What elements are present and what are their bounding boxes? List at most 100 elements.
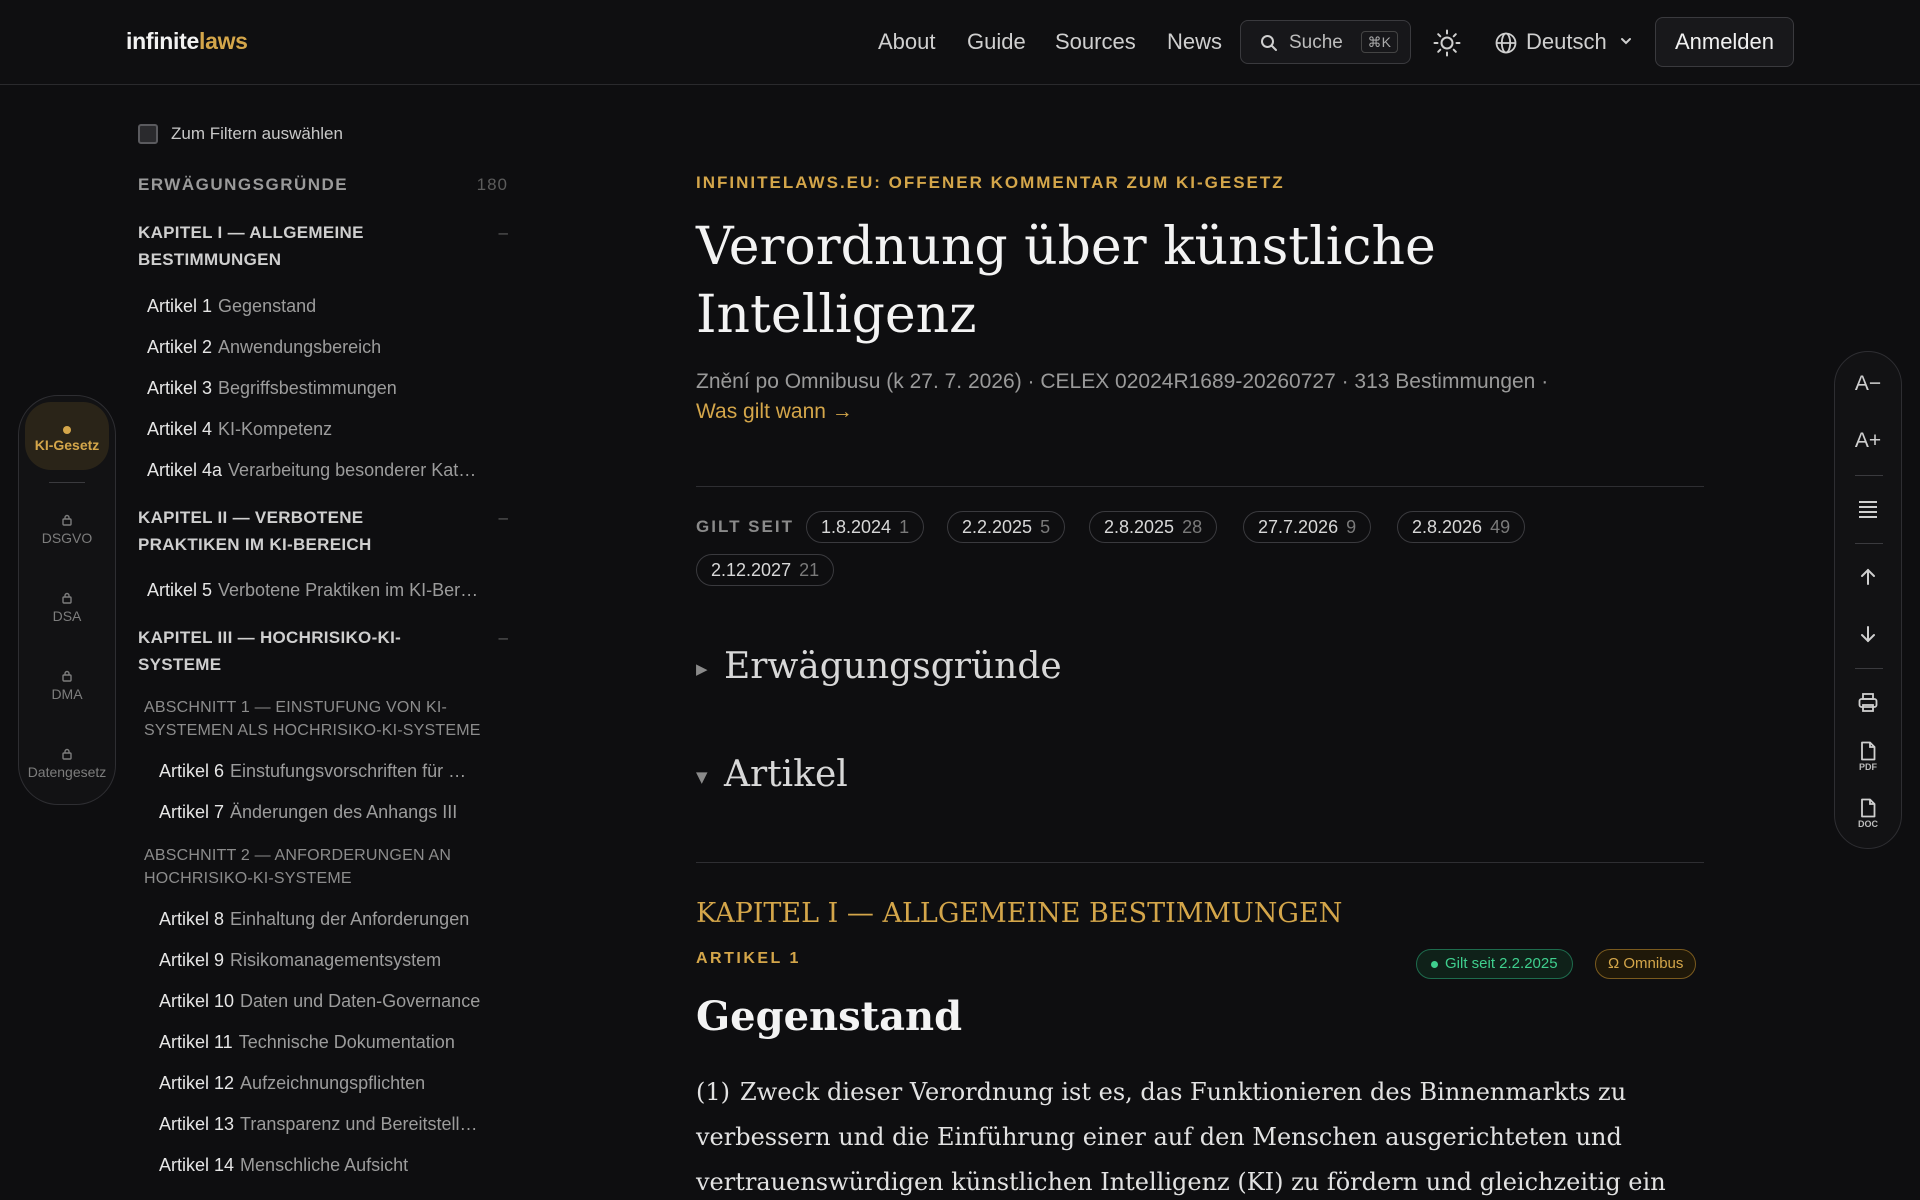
recitals-toggle[interactable]: ▶ Erwägungsgründe xyxy=(696,646,1062,687)
article-title: Anwendungsbereich xyxy=(218,337,382,357)
toc-chapter-2[interactable]: KAPITEL II — VERBOTENE PRAKTIKEN IM KI-B… xyxy=(138,504,458,558)
page-title: Verordnung über künstliche Intelligenz xyxy=(696,217,1436,345)
rail-label: DSA xyxy=(52,608,82,624)
date-chip[interactable]: 2.12.2027 21 xyxy=(696,554,835,586)
date-chip[interactable]: 2.8.2026 49 xyxy=(1397,511,1526,543)
date-chip[interactable]: 2.8.2025 28 xyxy=(1089,511,1218,543)
checkbox-icon[interactable] xyxy=(138,124,158,144)
article-title: Daten und Daten-Governance xyxy=(240,991,481,1011)
chip-date: 27.7.2026 xyxy=(1258,517,1339,537)
toc-article-8[interactable]: Artikel 8 Einhaltung der Anforderungen xyxy=(159,909,509,930)
toc-article-14[interactable]: Artikel 14 Menschliche Aufsicht xyxy=(159,1155,509,1176)
toc-article-6[interactable]: Artikel 6 Einstufungsvorschriften für … xyxy=(159,761,509,782)
lines-icon xyxy=(1859,501,1877,518)
chevron-down-icon xyxy=(1621,38,1631,45)
toc-article-3[interactable]: Artikel 3 Begriffsbestimmungen xyxy=(147,378,507,399)
omnibus-badge[interactable]: Ω Omnibus xyxy=(1595,949,1697,979)
article-num: Artikel 13 xyxy=(159,1114,235,1134)
search-label: Suche xyxy=(1289,32,1343,53)
toc-chapter-1[interactable]: KAPITEL I — ALLGEMEINE BESTIMMUNGEN xyxy=(138,219,458,273)
status-badge-label: Gilt seit 2.2.2025 xyxy=(1445,955,1558,972)
toc-article-12[interactable]: Artikel 12 Aufzeichnungspflichten xyxy=(159,1073,509,1094)
chapter-heading: KAPITEL I — ALLGEMEINE BESTIMMUNGEN xyxy=(696,898,1343,929)
file-icon xyxy=(1861,741,1876,761)
sun-icon[interactable] xyxy=(1432,28,1462,58)
article-title: Verarbeitung besonderer Kat… xyxy=(228,460,477,480)
rail-label: KI-Gesetz xyxy=(34,437,100,453)
document-meta: Znění po Omnibusu (k 27. 7. 2026) · CELE… xyxy=(696,367,1704,427)
article-title: Änderungen des Anhangs III xyxy=(230,802,458,822)
layout-button[interactable] xyxy=(1835,499,1901,519)
rail-item-dsa[interactable]: DSA xyxy=(25,592,109,624)
nav-guide[interactable]: Guide xyxy=(967,29,1026,55)
toc-section-2[interactable]: ABSCHNITT 2 — ANFORDERUNGEN AN HOCHRISIK… xyxy=(144,844,504,890)
article-title: Einstufungsvorschriften für … xyxy=(230,761,467,781)
article-num: Artikel 11 xyxy=(159,1032,233,1052)
toc-chapter-3[interactable]: KAPITEL III — HOCHRISIKO-KI-SYSTEME xyxy=(138,624,458,678)
toc-article-10[interactable]: Artikel 10 Daten und Daten-Governance xyxy=(159,991,509,1012)
doc-export-button[interactable]: DOC xyxy=(1835,798,1901,829)
collapse-icon[interactable]: – xyxy=(499,628,508,648)
nav-about[interactable]: About xyxy=(878,29,936,55)
date-chip[interactable]: 27.7.2026 9 xyxy=(1243,511,1372,543)
file-icon xyxy=(1861,798,1876,818)
article-num: Artikel 12 xyxy=(159,1073,235,1093)
toc-article-5[interactable]: Artikel 5 Verbotene Praktiken im KI-Ber… xyxy=(147,580,507,601)
articles-toggle[interactable]: ▼ Artikel xyxy=(696,754,848,795)
toc-section-1[interactable]: ABSCHNITT 1 — EINSTUFUNG VON KI-SYSTEMEN… xyxy=(144,696,504,742)
date-chip[interactable]: 1.8.2024 1 xyxy=(806,511,925,543)
chip-date: 2.8.2026 xyxy=(1412,517,1483,537)
toc-article-4[interactable]: Artikel 4 KI-Kompetenz xyxy=(147,419,507,440)
font-decrease-button[interactable]: A− xyxy=(1835,372,1901,396)
toc-recitals-count: 180 xyxy=(476,175,508,194)
article-paragraph: (1) Zweck dieser Verordnung ist es, das F… xyxy=(696,1070,1704,1200)
nav-sources[interactable]: Sources xyxy=(1055,29,1136,55)
article-num: Artikel 7 xyxy=(159,802,225,822)
article-num: Artikel 14 xyxy=(159,1155,235,1175)
printer-icon xyxy=(1858,693,1878,712)
article-num: Artikel 10 xyxy=(159,991,235,1011)
toc-article-2[interactable]: Artikel 2 Anwendungsbereich xyxy=(147,337,507,358)
toc-article-11[interactable]: Artikel 11 Technische Dokumentation xyxy=(159,1032,509,1053)
collapse-icon[interactable]: – xyxy=(499,223,508,243)
rail-label: Datengesetz xyxy=(27,764,107,780)
date-chip[interactable]: 2.2.2025 5 xyxy=(947,511,1066,543)
article-num: Artikel 9 xyxy=(159,950,225,970)
nav-news[interactable]: News xyxy=(1167,29,1222,55)
login-button[interactable]: Anmelden xyxy=(1655,17,1794,67)
timeline-link[interactable]: Was gilt wann → xyxy=(696,400,853,423)
toc-article-4a[interactable]: Artikel 4a Verarbeitung besonderer Kat… xyxy=(147,460,507,481)
print-button[interactable] xyxy=(1835,692,1901,714)
lock-icon xyxy=(62,514,72,526)
triangle-right-icon: ▶ xyxy=(696,660,708,678)
toc-article-7[interactable]: Artikel 7 Änderungen des Anhangs III xyxy=(159,802,509,823)
lock-icon xyxy=(62,748,72,760)
rail-item-dsgvo[interactable]: DSGVO xyxy=(25,514,109,546)
divider xyxy=(696,862,1704,863)
chip-count: 5 xyxy=(1040,517,1051,537)
toc-article-13[interactable]: Artikel 13 Transparenz und Bereitstell… xyxy=(159,1114,509,1135)
search-button[interactable]: Suche ⌘K xyxy=(1240,20,1411,64)
article-num: Artikel 5 xyxy=(147,580,213,600)
chip-date: 2.12.2027 xyxy=(711,560,792,580)
article-num: Artikel 4a xyxy=(147,460,223,480)
chip-date: 1.8.2024 xyxy=(821,517,892,537)
status-dot-icon xyxy=(1431,961,1438,968)
collapse-icon[interactable]: – xyxy=(499,508,508,528)
font-increase-button[interactable]: A+ xyxy=(1835,429,1901,453)
scroll-up-button[interactable] xyxy=(1835,567,1901,587)
chip-count: 9 xyxy=(1346,517,1357,537)
article-num: Artikel 3 xyxy=(147,378,213,398)
toc-article-9[interactable]: Artikel 9 Risikomanagementsystem xyxy=(159,950,509,971)
article-num: Artikel 6 xyxy=(159,761,225,781)
logo[interactable]: infinitelaws xyxy=(126,28,248,55)
rail-item-datengesetz[interactable]: Datengesetz xyxy=(25,748,109,780)
pdf-export-button[interactable]: PDF xyxy=(1835,741,1901,772)
law-switcher-rail: KI-Gesetz DSGVO DSA DMA Datengesetz xyxy=(18,395,116,805)
scroll-down-button[interactable] xyxy=(1835,624,1901,644)
toc-recitals[interactable]: ERWÄGUNGSGRÜNDE xyxy=(138,171,458,198)
rail-item-ki-gesetz[interactable]: KI-Gesetz xyxy=(25,402,109,470)
rail-item-dma[interactable]: DMA xyxy=(25,670,109,702)
toc-article-1[interactable]: Artikel 1 Gegenstand xyxy=(147,296,507,317)
status-badge: Gilt seit 2.2.2025 xyxy=(1416,949,1573,979)
